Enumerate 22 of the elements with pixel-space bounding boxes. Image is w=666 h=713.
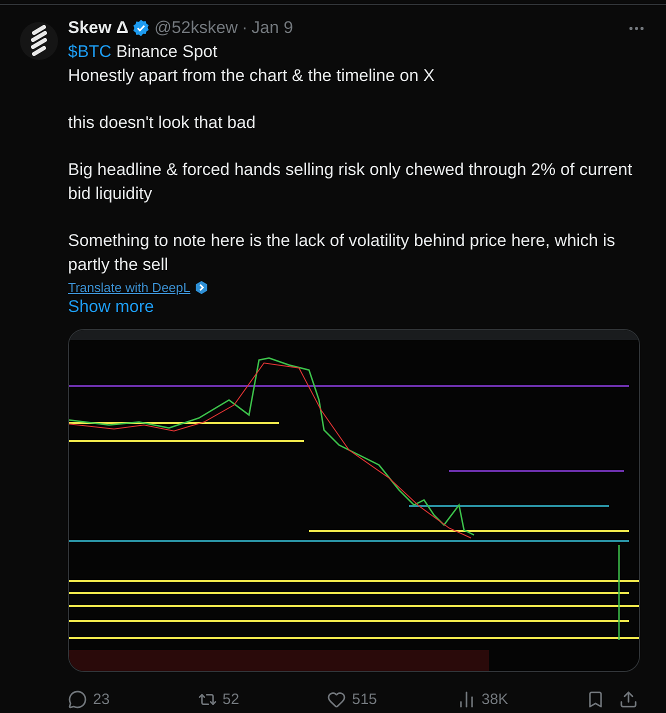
repost-button[interactable]: 52: [198, 690, 327, 709]
cashtag-link[interactable]: $BTC: [68, 42, 112, 61]
share-button[interactable]: [619, 690, 638, 709]
views-button[interactable]: 38K: [456, 690, 586, 709]
translate-icon[interactable]: [194, 280, 210, 295]
bookmark-button[interactable]: [586, 690, 605, 709]
post-text: Big headline & forced hands selling risk only chewed through 2% of current bid liquidity: [68, 159, 634, 205]
author-name[interactable]: Skew Δ: [68, 18, 128, 38]
post-text: $BTC Binance Spot: [68, 41, 218, 63]
post-text: Honestly apart from the chart & the timeline on X: [68, 65, 436, 87]
reply-button[interactable]: 23: [68, 690, 198, 709]
like-button[interactable]: 515: [327, 690, 456, 709]
avatar[interactable]: [20, 21, 58, 61]
post-text: Something to note here is the lack of volatility behind price here, which is partly the sell: [68, 230, 616, 276]
author-handle[interactable]: @52kskew: [154, 18, 238, 38]
speech-bubble-icon: [68, 690, 87, 709]
separator: ·: [242, 18, 248, 38]
post-text: this doesn't look that bad: [68, 112, 257, 134]
show-more-link[interactable]: Show more: [68, 297, 154, 317]
post-date[interactable]: Jan 9: [252, 18, 294, 38]
translate-link[interactable]: Translate with DeepL: [68, 280, 190, 295]
heart-icon: [327, 690, 346, 709]
